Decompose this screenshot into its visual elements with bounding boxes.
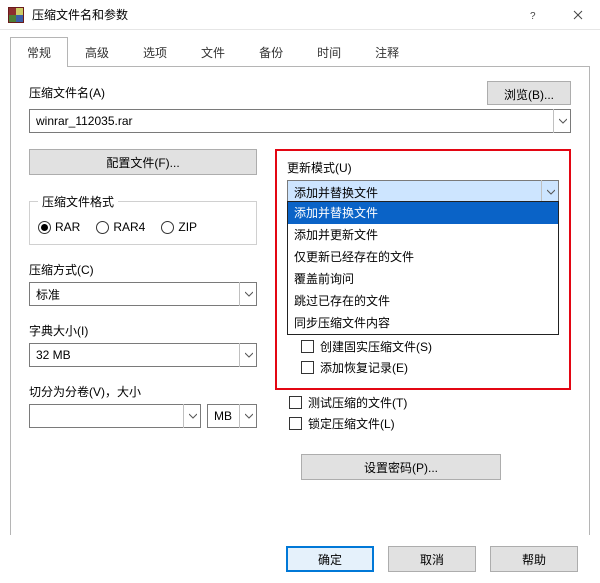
tab-time[interactable]: 时间: [300, 37, 358, 67]
dropdown-item[interactable]: 同步压缩文件内容: [288, 312, 558, 334]
dict-select[interactable]: [29, 343, 257, 367]
method-select[interactable]: [29, 282, 257, 306]
help-button[interactable]: 帮助: [490, 546, 578, 572]
update-mode-dropdown[interactable]: 添加并替换文件 添加并更新文件 仅更新已经存在的文件 覆盖前询问 跳过已存在的文…: [287, 201, 559, 335]
tab-advanced[interactable]: 高级: [68, 37, 126, 67]
tab-panel: 压缩文件名(A) 浏览(B)... 配置文件(F)... 压缩文件格式 RAR …: [10, 66, 590, 542]
profiles-button[interactable]: 配置文件(F)...: [29, 149, 257, 175]
close-button[interactable]: [555, 0, 600, 30]
dialog-buttons: 确定 取消 帮助: [0, 535, 600, 583]
ok-button[interactable]: 确定: [286, 546, 374, 572]
format-group: 压缩文件格式 RAR RAR4 ZIP: [29, 193, 257, 245]
archive-name-label: 压缩文件名(A): [29, 84, 475, 101]
check-recovery[interactable]: 添加恢复记录(E): [287, 359, 559, 376]
method-label: 压缩方式(C): [29, 261, 257, 278]
dropdown-item[interactable]: 跳过已存在的文件: [288, 290, 558, 312]
tab-general[interactable]: 常规: [10, 37, 68, 67]
help-button[interactable]: ?: [510, 0, 555, 30]
tabstrip: 常规 高级 选项 文件 备份 时间 注释: [0, 30, 600, 66]
dict-label: 字典大小(I): [29, 322, 257, 339]
split-unit-select[interactable]: [207, 404, 257, 428]
tab-comment[interactable]: 注释: [358, 37, 416, 67]
window-title: 压缩文件名和参数: [32, 6, 128, 23]
check-lock[interactable]: 锁定压缩文件(L): [275, 415, 571, 432]
format-group-label: 压缩文件格式: [38, 193, 118, 210]
dropdown-item[interactable]: 添加并更新文件: [288, 224, 558, 246]
dropdown-item[interactable]: 添加并替换文件: [288, 202, 558, 224]
radio-rar[interactable]: RAR: [38, 220, 80, 234]
update-mode-group: 更新模式(U) 添加并替换文件 添加并更新文件 仅更新已经存在的文件 覆盖前询问…: [275, 149, 571, 390]
archive-name-input[interactable]: [29, 109, 571, 133]
svg-text:?: ?: [530, 11, 536, 20]
check-test[interactable]: 测试压缩的文件(T): [275, 394, 571, 411]
split-label: 切分为分卷(V)，大小: [29, 383, 257, 400]
tab-files[interactable]: 文件: [184, 37, 242, 67]
app-icon: [8, 7, 24, 23]
cancel-button[interactable]: 取消: [388, 546, 476, 572]
set-password-button[interactable]: 设置密码(P)...: [301, 454, 501, 480]
minimize-button[interactable]: [465, 0, 510, 30]
radio-zip[interactable]: ZIP: [161, 220, 197, 234]
tab-backup[interactable]: 备份: [242, 37, 300, 67]
browse-button[interactable]: 浏览(B)...: [487, 81, 571, 105]
dropdown-item[interactable]: 覆盖前询问: [288, 268, 558, 290]
titlebar: 压缩文件名和参数 ?: [0, 0, 600, 30]
dropdown-item[interactable]: 仅更新已经存在的文件: [288, 246, 558, 268]
tab-options[interactable]: 选项: [126, 37, 184, 67]
update-mode-label: 更新模式(U): [287, 159, 559, 176]
split-size-input[interactable]: [29, 404, 201, 428]
check-solid[interactable]: 创建固实压缩文件(S): [287, 338, 559, 355]
radio-rar4[interactable]: RAR4: [96, 220, 145, 234]
